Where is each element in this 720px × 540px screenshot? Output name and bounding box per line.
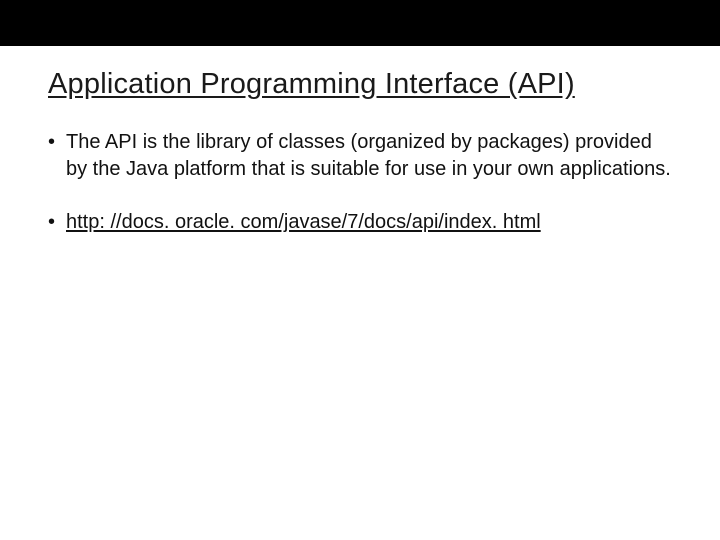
bullet-link-text: http: //docs. oracle. com/javase/7/docs/… [66, 211, 541, 233]
bullet-item: http: //docs. oracle. com/javase/7/docs/… [48, 209, 672, 236]
bullet-list: The API is the library of classes (organ… [48, 129, 672, 235]
slide-top-bar [0, 0, 720, 46]
slide-title: Application Programming Interface (API) [48, 68, 672, 101]
slide-content: Application Programming Interface (API) … [0, 46, 720, 235]
bullet-text: The API is the library of classes (organ… [66, 131, 671, 180]
bullet-item: The API is the library of classes (organ… [48, 129, 672, 183]
